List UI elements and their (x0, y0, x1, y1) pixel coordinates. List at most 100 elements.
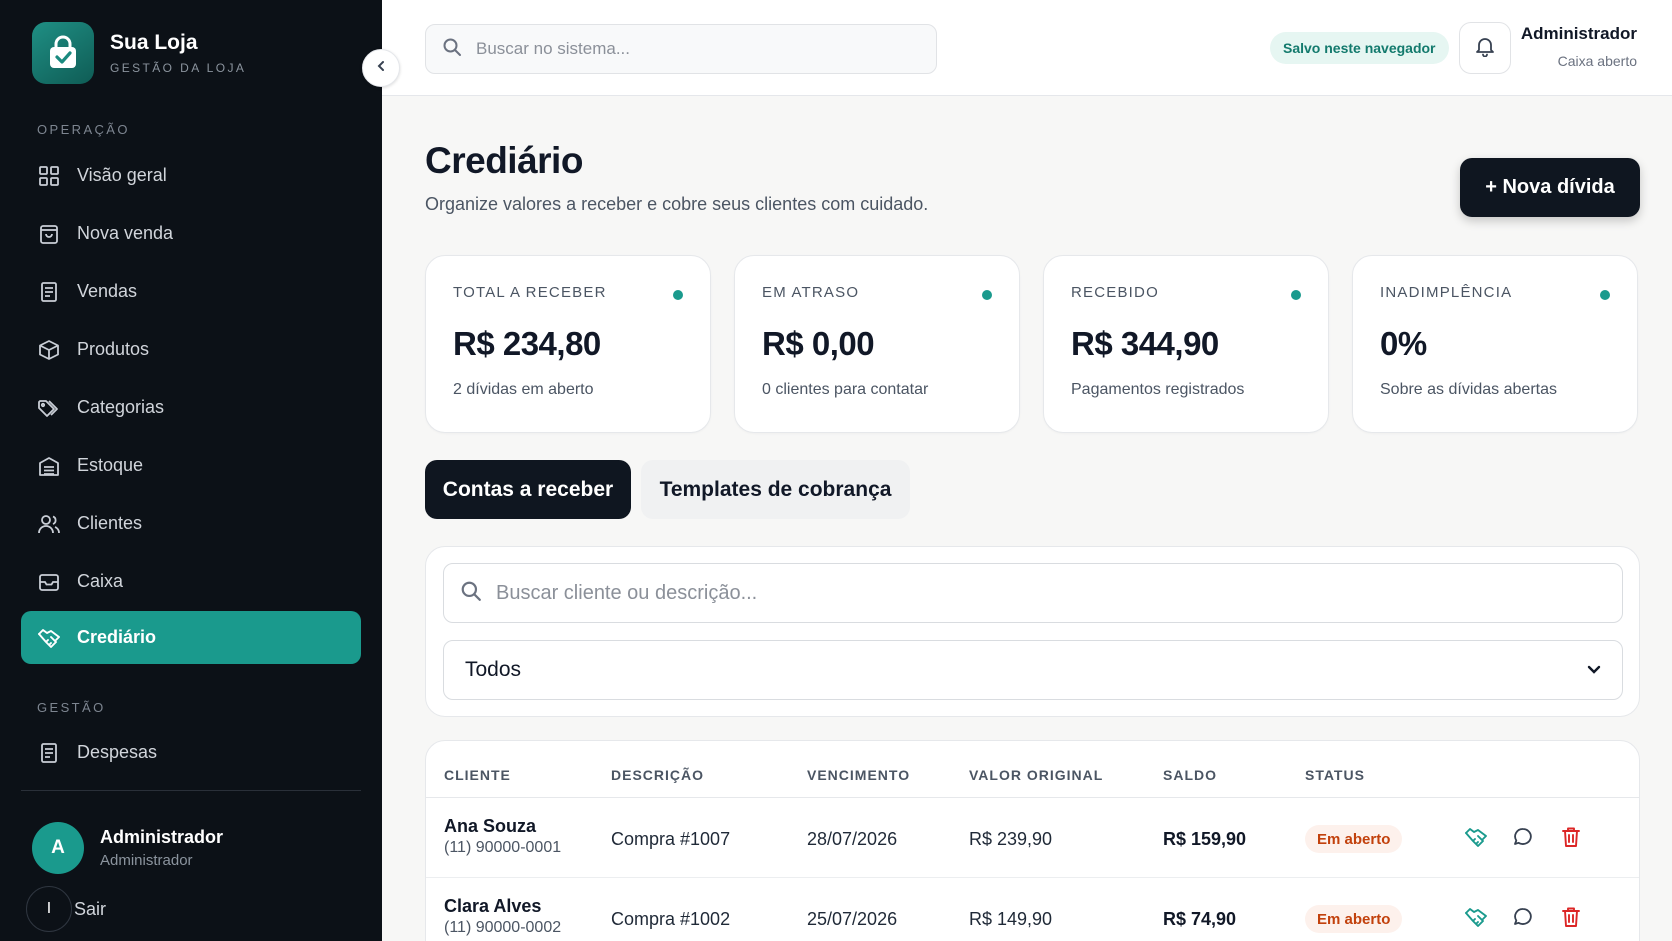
stat-card-inadimplencia: INADIMPLÊNCIA 0% Sobre as dívidas aberta… (1352, 255, 1638, 433)
tab-contas-a-receber[interactable]: Contas a receber (425, 460, 631, 519)
sidebar-item-vendas[interactable]: Vendas (21, 265, 361, 318)
global-search-input[interactable] (476, 39, 896, 59)
due-date: 25/07/2026 (807, 909, 898, 929)
register-payment-button[interactable] (1462, 905, 1490, 933)
shopping-bag-icon (37, 222, 61, 246)
stat-card-em-atraso: EM ATRASO R$ 0,00 0 clientes para contat… (734, 255, 1020, 433)
chat-bubble-icon (1512, 826, 1534, 853)
sidebar-user-role: Administrador (100, 852, 193, 869)
saved-status-badge: Salvo neste navegador (1270, 32, 1449, 64)
sidebar-item-nova-venda[interactable]: Nova venda (21, 207, 361, 260)
stat-label: INADIMPLÊNCIA (1380, 284, 1513, 301)
trash-icon (1561, 906, 1581, 933)
stat-card-total-receber: TOTAL A RECEBER R$ 234,80 2 dívidas em a… (425, 255, 711, 433)
chevron-down-icon (1587, 658, 1601, 682)
client-name: Ana Souza (444, 816, 537, 836)
sidebar-item-despesas[interactable]: Despesas (21, 726, 361, 779)
client-phone: (11) 90000-0002 (444, 919, 562, 936)
sidebar-user-name: Administrador (100, 827, 224, 847)
status-filter-value: Todos (465, 658, 522, 681)
balance-value: R$ 159,90 (1163, 829, 1247, 849)
sidebar-item-visao-geral[interactable]: Visão geral (21, 149, 361, 202)
global-search[interactable] (425, 24, 937, 74)
page-subtitle: Organize valores a receber e cobre seus … (425, 194, 929, 214)
receipt-icon (37, 280, 61, 304)
sidebar-item-label: Crediário (77, 627, 157, 647)
section-label-operacao: OPERAÇÃO (37, 122, 130, 137)
original-value: R$ 239,90 (969, 829, 1053, 849)
search-icon (442, 37, 462, 62)
column-header-cliente[interactable]: CLIENTE (444, 767, 511, 783)
column-header-saldo[interactable]: SALDO (1163, 767, 1217, 783)
stat-note: Pagamentos registrados (1071, 381, 1245, 398)
column-header-valor-original[interactable]: VALOR ORIGINAL (969, 767, 1103, 783)
register-payment-button[interactable] (1462, 825, 1490, 853)
sidebar-item-produtos[interactable]: Produtos (21, 323, 361, 376)
notifications-button[interactable] (1459, 22, 1511, 74)
sidebar-item-label: Vendas (77, 281, 138, 301)
bell-icon (1474, 35, 1496, 62)
table-row[interactable]: Ana Souza (11) 90000-0001 Compra #1007 2… (426, 798, 1639, 878)
sidebar-item-label: Nova venda (77, 223, 174, 243)
sidebar-item-estoque[interactable]: Estoque (21, 439, 361, 492)
debts-table: CLIENTE DESCRIÇÃO VENCIMENTO VALOR ORIGI… (425, 740, 1640, 941)
new-debt-button[interactable]: + Nova dívida (1460, 158, 1640, 217)
sidebar-item-crediario[interactable]: Crediário (21, 611, 361, 664)
column-header-status[interactable]: STATUS (1305, 767, 1365, 783)
cash-register-icon (37, 570, 61, 594)
trash-icon (1561, 826, 1581, 853)
top-bar: Salvo neste navegador Administrador Caix… (382, 0, 1672, 96)
debt-description: Compra #1007 (611, 829, 731, 849)
cash-register-status: Caixa aberto (1557, 53, 1637, 69)
top-user-info[interactable]: Administrador Caixa aberto (1521, 24, 1637, 69)
status-filter-select[interactable]: Todos (443, 640, 1623, 700)
sidebar-user[interactable]: A Administrador Administrador (32, 822, 223, 874)
delete-debt-button[interactable] (1557, 905, 1585, 933)
delete-debt-button[interactable] (1557, 825, 1585, 853)
sidebar-item-label: Categorias (77, 397, 165, 417)
sidebar-item-label: Visão geral (77, 165, 167, 185)
section-label-gestao: GESTÃO (37, 700, 106, 715)
sidebar: Sua Loja GESTÃO DA LOJA OPERAÇÃO Visão g… (0, 0, 382, 941)
client-name: Clara Alves (444, 896, 542, 916)
users-icon (37, 512, 61, 536)
receipt-icon (37, 741, 61, 765)
stat-indicator-dot (982, 290, 992, 300)
send-reminder-button[interactable] (1509, 825, 1537, 853)
table-row[interactable]: Clara Alves (11) 90000-0002 Compra #1002… (426, 878, 1639, 941)
stat-indicator-dot (1600, 290, 1610, 300)
stat-note: 2 dívidas em aberto (453, 381, 594, 398)
logout-label: Sair (74, 898, 107, 919)
send-reminder-button[interactable] (1509, 905, 1537, 933)
logout-button[interactable]: I Sair (26, 886, 106, 932)
stat-card-recebido: RECEBIDO R$ 344,90 Pagamentos registrado… (1043, 255, 1329, 433)
stat-indicator-dot (673, 290, 683, 300)
sidebar-item-clientes[interactable]: Clientes (21, 497, 361, 550)
handshake-icon (37, 626, 61, 650)
sidebar-item-categorias[interactable]: Categorias (21, 381, 361, 434)
stat-label: RECEBIDO (1071, 284, 1159, 301)
stat-value: 0% (1380, 325, 1427, 362)
brand-subtitle: GESTÃO DA LOJA (110, 61, 247, 75)
sidebar-item-label: Produtos (77, 339, 150, 359)
sidebar-collapse-button[interactable] (362, 49, 400, 87)
client-search-input[interactable] (496, 581, 1596, 605)
client-search[interactable] (443, 563, 1623, 623)
tab-templates-de-cobranca[interactable]: Templates de cobrança (641, 460, 910, 519)
brand[interactable]: Sua Loja GESTÃO DA LOJA (32, 22, 246, 84)
column-header-vencimento[interactable]: VENCIMENTO (807, 767, 910, 783)
stat-value: R$ 234,80 (453, 325, 601, 362)
store-bag-logo-icon (32, 22, 94, 84)
status-badge: Em aberto (1305, 825, 1403, 853)
column-header-descricao[interactable]: DESCRIÇÃO (611, 767, 704, 783)
sidebar-item-label: Caixa (77, 571, 124, 591)
sidebar-item-label: Clientes (77, 513, 143, 533)
tags-icon (37, 396, 61, 420)
filter-panel: Todos (425, 546, 1640, 717)
client-phone: (11) 90000-0001 (444, 839, 562, 856)
sidebar-item-caixa[interactable]: Caixa (21, 555, 361, 608)
warehouse-icon (37, 454, 61, 478)
debt-description: Compra #1002 (611, 909, 731, 929)
stat-label: TOTAL A RECEBER (453, 284, 607, 301)
balance-value: R$ 74,90 (1163, 909, 1237, 929)
